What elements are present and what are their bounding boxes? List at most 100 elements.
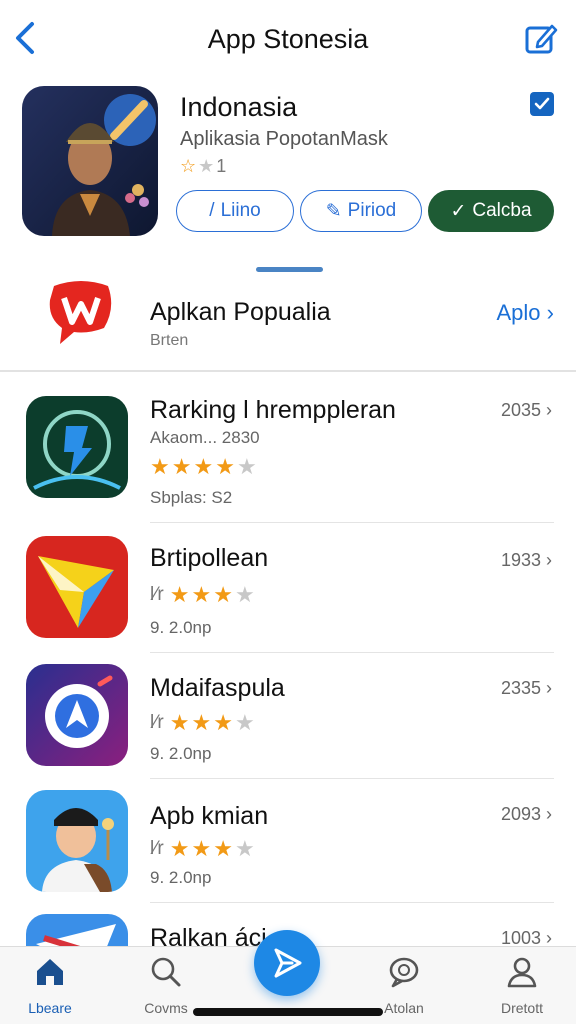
home-indicator [193, 1008, 383, 1016]
rating-prefix-icon: l⁄r [150, 584, 164, 605]
star-icon: ★ [213, 836, 233, 861]
app-size: 9. 2.0np [150, 618, 212, 637]
list-item[interactable]: Rarking l hremppleran Akaom... 2830 ★ ★ … [0, 380, 576, 523]
home-icon [37, 959, 63, 985]
section-logo-icon [44, 278, 118, 348]
star-icon: ★ [171, 454, 192, 479]
featured-app-icon[interactable] [22, 86, 158, 236]
row-divider [150, 902, 554, 903]
star-icon: ★ [234, 710, 255, 735]
app-count-value: 2093 [500, 804, 541, 824]
star-icon: ★ [215, 454, 235, 479]
section-header: Aplkan Popualia Brten Aplo › [0, 278, 576, 370]
app-count: 2093 › [501, 804, 552, 825]
tab-search[interactable]: Covms [116, 955, 216, 1016]
compose-icon [525, 24, 558, 54]
app-size: 9. 2.0np [150, 744, 212, 763]
liino-button[interactable]: / Liino [176, 190, 294, 232]
star-icon: ★ [193, 454, 214, 479]
star-icon: ★ [198, 156, 215, 176]
app-count: 1933 › [501, 550, 552, 571]
star-icon: ★ [213, 710, 233, 735]
star-icon: ★ [213, 582, 233, 607]
featured-app-actions: / Liino ✎ Piriod ✓ Calcba [176, 190, 554, 232]
app-count-value: 2335 [500, 678, 541, 698]
compose-button[interactable] [524, 22, 558, 56]
app-rating: l⁄r ★ ★ ★ ★ [150, 836, 255, 862]
star-icon: ★ [234, 582, 255, 607]
featured-app: Indonasia Aplikasia PopotanMask ☆ ★ 1 / … [0, 78, 576, 248]
tab-home-label: Lbeare [28, 1000, 72, 1016]
liino-button-label: Liino [220, 200, 261, 221]
tab-profile-label: Dretott [500, 1000, 543, 1016]
center-action-button[interactable] [254, 930, 320, 996]
calcba-button[interactable]: ✓ Calcba [428, 190, 554, 232]
app-title: Brtipollean [150, 544, 269, 572]
row-divider [150, 522, 554, 523]
featured-app-rating: ☆ ★ 1 [180, 156, 226, 177]
app-icon-rarking [26, 396, 128, 498]
list-item[interactable]: Apb kmian l⁄r ★ ★ ★ ★ 9. 2.0np 2093 › [0, 780, 576, 908]
app-icon-apb-kmian [26, 790, 128, 892]
app-title: Mdaifaspula [150, 674, 285, 702]
app-title: Apb kmian [150, 802, 269, 830]
chevron-right-icon: › [546, 400, 552, 420]
app-count: 2335 › [501, 678, 552, 699]
star-icon: ★ [191, 582, 212, 607]
calcba-button-label: Calcba [472, 200, 532, 221]
check-icon [534, 97, 550, 110]
app-count: 2035 › [501, 400, 552, 421]
piriod-button-label: Piriod [347, 200, 397, 221]
section-link-label: Aplo [496, 300, 541, 325]
tab-home[interactable]: Lbeare [0, 955, 100, 1016]
row-divider [150, 778, 554, 779]
person-icon [507, 957, 537, 988]
star-icon: ★ [150, 454, 170, 479]
rating-value: 1 [216, 156, 227, 176]
send-icon [274, 948, 302, 978]
verified-checkbox[interactable] [530, 92, 554, 116]
star-icon: ★ [191, 710, 212, 735]
section-see-all-link[interactable]: Aplo › [497, 300, 555, 326]
pencil-icon: ✎ [325, 200, 342, 222]
row-divider [150, 652, 554, 653]
tab-messages[interactable]: Atolan [354, 955, 454, 1016]
check-icon: ✓ [450, 200, 467, 222]
star-icon: ★ [169, 710, 190, 735]
app-rating: l⁄r ★ ★ ★ ★ [150, 710, 255, 736]
app-rating: l⁄r ★ ★ ★ ★ [150, 582, 255, 608]
app-size: Sbplas: S2 [150, 488, 233, 507]
app-icon-brtipollean [26, 536, 128, 638]
search-icon [151, 957, 181, 987]
featured-app-subtitle: Aplikasia PopotanMask [180, 128, 388, 150]
app-rating: ★ ★ ★ ★ ★ [150, 454, 257, 480]
piriod-button[interactable]: ✎ Piriod [300, 190, 422, 232]
app-count-value: 2035 [500, 400, 541, 420]
page-title: App Stonesia [207, 24, 369, 54]
star-icon: ★ [234, 836, 255, 861]
app-title: Rarking l hremppleran [150, 396, 396, 424]
app-count-value: 1933 [500, 550, 541, 570]
rating-prefix-icon: l⁄r [150, 838, 164, 859]
list-item[interactable]: Mdaifaspula l⁄r ★ ★ ★ ★ 9. 2.0np 2335 › [0, 654, 576, 782]
chevron-right-icon: › [546, 928, 552, 948]
app-meta: Akaom... 2830 [150, 428, 260, 447]
star-icon: ☆ [180, 156, 197, 176]
chevron-right-icon: › [546, 804, 552, 824]
top-bar: App Stonesia [0, 0, 576, 78]
section-subtitle: Brten [150, 332, 189, 349]
chevron-right-icon: › [546, 300, 554, 325]
star-icon: ★ [169, 836, 190, 861]
rating-prefix-icon: l⁄r [150, 712, 164, 733]
chevron-right-icon: › [546, 550, 552, 570]
slash-icon: / [209, 200, 215, 221]
sheet-handle[interactable] [256, 267, 323, 272]
star-icon: ★ [191, 836, 212, 861]
section-title: Aplkan Popualia [150, 298, 331, 326]
list-item[interactable]: Brtipollean l⁄r ★ ★ ★ ★ 9. 2.0np 1933 › [0, 526, 576, 654]
chat-icon [389, 957, 419, 988]
divider [0, 370, 576, 372]
chevron-right-icon: › [546, 678, 552, 698]
tab-profile[interactable]: Dretott [472, 955, 572, 1016]
featured-app-title: Indonasia [180, 92, 298, 122]
